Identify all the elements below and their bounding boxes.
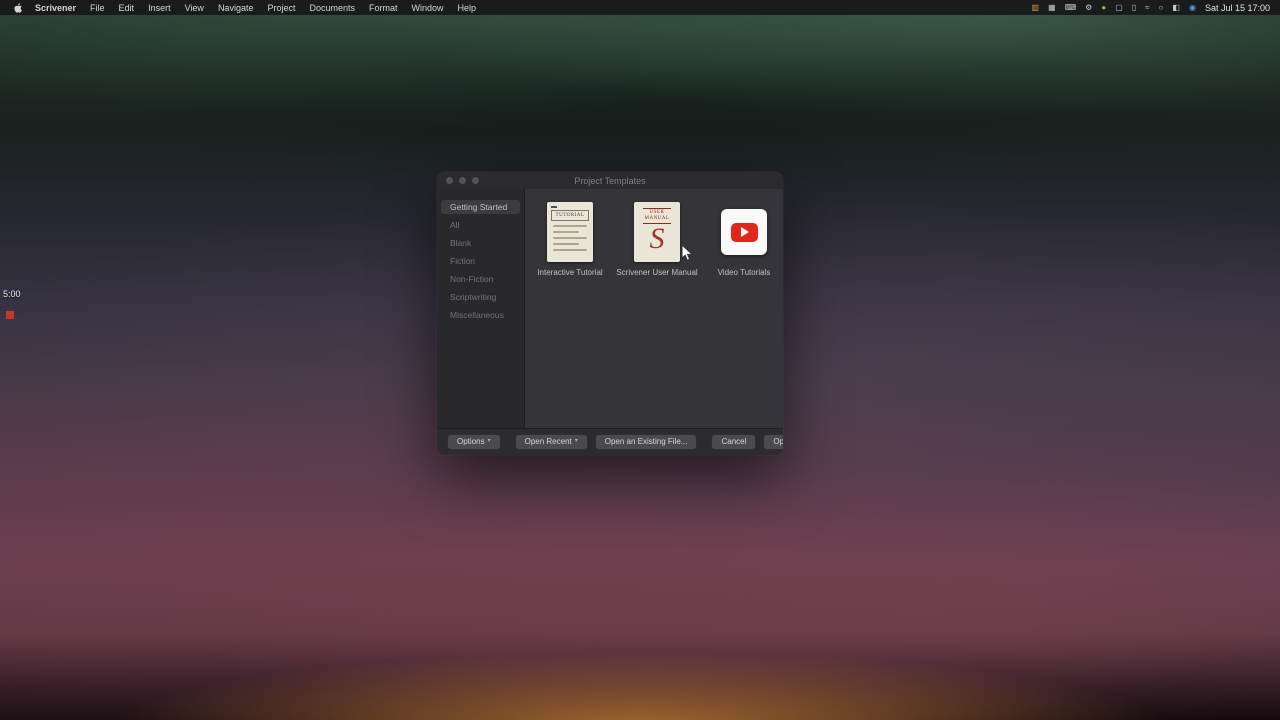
menu-bar: Scrivener File Edit Insert View Navigate… <box>0 0 1280 15</box>
open-recent-button[interactable]: Open Recent ▾ <box>514 433 588 451</box>
dialog-titlebar[interactable]: Project Templates <box>437 172 783 189</box>
zoom-button[interactable] <box>472 177 479 184</box>
sidebar-item-blank[interactable]: Blank <box>441 236 520 250</box>
dialog-title: Project Templates <box>574 175 646 186</box>
template-scrivener-user-manual[interactable]: USER MANUAL S Scrivener User Manual <box>616 202 698 277</box>
menu-item-project[interactable]: Project <box>260 3 302 13</box>
cover-text-line <box>553 249 587 251</box>
sidebar-item-getting-started[interactable]: Getting Started <box>441 200 520 214</box>
template-label: Scrivener User Manual <box>616 268 698 277</box>
display-icon[interactable]: ▢ <box>1115 3 1123 12</box>
dialog-footer: Options ▾ Open Recent ▾ Open an Existing… <box>437 428 783 455</box>
open-recent-button-label: Open Recent <box>524 436 572 446</box>
sidebar-item-all[interactable]: All <box>441 218 520 232</box>
menu-clock[interactable]: Sat Jul 15 17:00 <box>1205 3 1270 13</box>
play-triangle-icon <box>741 227 749 237</box>
app-dot-icon[interactable]: ● <box>1101 3 1106 12</box>
chevron-down-icon: ▾ <box>487 438 491 445</box>
open-existing-file-button[interactable]: Open an Existing File... <box>594 433 698 451</box>
cancel-button[interactable]: Cancel <box>711 433 757 451</box>
menu-item-file[interactable]: File <box>83 3 112 13</box>
apple-icon[interactable] <box>9 2 28 13</box>
menu-item-insert[interactable]: Insert <box>141 3 178 13</box>
template-interactive-tutorial[interactable]: TUTORIAL Interactive Tutorial <box>537 202 603 277</box>
template-label: Interactive Tutorial <box>537 268 603 277</box>
gear-icon[interactable]: ⚙ <box>1085 3 1092 12</box>
manual-cover-initial: S <box>649 222 665 255</box>
menu-left: Scrivener File Edit Insert View Navigate… <box>0 3 483 13</box>
tutorial-cover-thumbnail: TUTORIAL <box>547 202 593 262</box>
play-button-icon <box>730 222 758 242</box>
template-label: Video Tutorials <box>717 268 771 277</box>
cover-text-line <box>553 225 587 227</box>
cover-text-line <box>553 243 579 245</box>
options-button-label: Options <box>457 436 485 446</box>
menu-item-app[interactable]: Scrivener <box>28 3 83 13</box>
grid-icon[interactable]: ▦ <box>1048 3 1056 12</box>
tutorial-cover-title: TUTORIAL <box>551 210 589 221</box>
template-category-sidebar: Getting Started All Blank Fiction Non-Fi… <box>437 189 525 428</box>
close-button[interactable] <box>446 177 453 184</box>
menu-item-documents[interactable]: Documents <box>302 3 362 13</box>
menu-item-edit[interactable]: Edit <box>112 3 142 13</box>
traffic-lights <box>446 177 479 184</box>
recording-stop-indicator[interactable] <box>6 311 14 319</box>
battery-icon[interactable]: ▯ <box>1132 3 1136 12</box>
cover-decoration <box>551 206 557 208</box>
cover-text-line <box>553 237 587 239</box>
menu-status-area: ▥ ▦ ⌨ ⚙ ● ▢ ▯ ≈ ○ ◧ ◉ Sat Jul 15 17:00 <box>1032 3 1280 13</box>
sidebar-item-fiction[interactable]: Fiction <box>441 254 520 268</box>
dialog-body: Getting Started All Blank Fiction Non-Fi… <box>437 189 783 428</box>
template-grid: TUTORIAL Interactive Tutorial USER MANUA… <box>525 189 783 428</box>
menu-item-help[interactable]: Help <box>451 3 484 13</box>
menu-item-view[interactable]: View <box>178 3 211 13</box>
open-existing-file-label: Open an Existing File... <box>604 436 688 446</box>
manual-cover-thumbnail: USER MANUAL S <box>634 202 680 262</box>
stats-icon[interactable]: ▥ <box>1032 3 1040 12</box>
sidebar-item-miscellaneous[interactable]: Miscellaneous <box>441 308 520 322</box>
minimize-button[interactable] <box>459 177 466 184</box>
open-button-label: Open <box>773 436 783 446</box>
menu-item-format[interactable]: Format <box>362 3 405 13</box>
control-center-icon[interactable]: ◧ <box>1172 3 1180 12</box>
keyboard-icon[interactable]: ⌨ <box>1065 3 1077 12</box>
cancel-button-label: Cancel <box>721 436 747 446</box>
template-video-tutorials[interactable]: Video Tutorials <box>715 202 773 277</box>
options-button[interactable]: Options ▾ <box>447 433 501 451</box>
search-icon[interactable]: ○ <box>1159 3 1164 12</box>
cover-text-line <box>553 231 579 233</box>
menu-item-navigate[interactable]: Navigate <box>211 3 261 13</box>
wifi-icon[interactable]: ≈ <box>1145 3 1149 12</box>
recording-timer: 5:00 <box>3 289 21 299</box>
video-cover-thumbnail <box>721 209 767 255</box>
open-button[interactable]: Open <box>763 433 783 451</box>
siri-icon[interactable]: ◉ <box>1189 3 1196 12</box>
menu-item-window[interactable]: Window <box>405 3 451 13</box>
sidebar-item-non-fiction[interactable]: Non-Fiction <box>441 272 520 286</box>
chevron-down-icon: ▾ <box>574 438 578 445</box>
sidebar-item-scriptwriting[interactable]: Scriptwriting <box>441 290 520 304</box>
project-templates-dialog: Project Templates Getting Started All Bl… <box>437 172 783 455</box>
